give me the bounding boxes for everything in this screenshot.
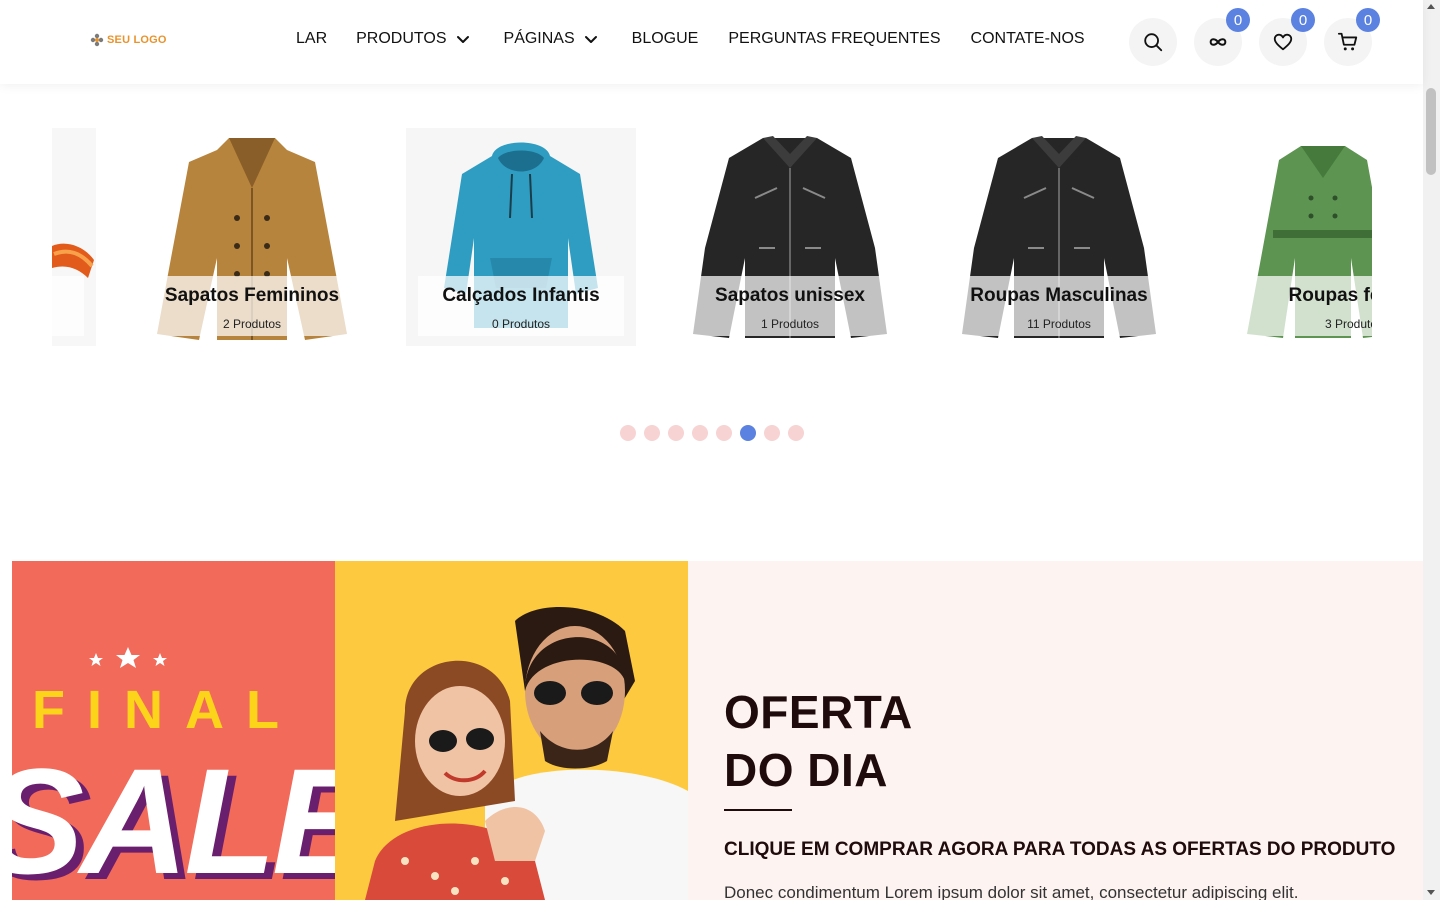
- nav-label: PRODUTOS: [356, 30, 447, 47]
- category-count: 1 Produtos: [760, 317, 820, 331]
- category-count: 2 Produtos: [222, 317, 282, 331]
- nav-label: PERGUNTAS FREQUENTES: [728, 30, 941, 47]
- category-title: Sapatos unissex: [715, 285, 865, 306]
- stars-icon: [89, 647, 167, 668]
- scroll-thumb[interactable]: [1426, 88, 1436, 175]
- category-card[interactable]: Calçados Infantis 0 Produtos: [406, 128, 636, 346]
- logo-flower-icon: [90, 33, 104, 47]
- compare-count-badge: 0: [1226, 8, 1250, 32]
- chevron-down-icon: [456, 36, 469, 43]
- site-logo[interactable]: SEU LOGO: [90, 33, 167, 47]
- page-scrollbar[interactable]: [1423, 0, 1440, 900]
- compare-button[interactable]: 0: [1194, 8, 1250, 66]
- offer-title: OFERTA DO DIA: [724, 683, 913, 799]
- category-label: Roupas femini 3 Produtos: [1225, 276, 1372, 336]
- carousel-dot[interactable]: [644, 425, 660, 441]
- sale-big-text: SALE: [12, 737, 335, 900]
- sale-final-text: FINAL: [32, 680, 301, 740]
- category-label: Sapatos Femininos 2 Produtos: [149, 276, 355, 336]
- offer-divider: [724, 809, 792, 811]
- category-card[interactable]: Roupas Masculinas 11 Produtos: [944, 128, 1174, 346]
- infinity-icon: [1209, 38, 1227, 46]
- wishlist-count-badge: 0: [1291, 8, 1315, 32]
- offer-title-line1: OFERTA: [724, 686, 913, 738]
- carousel-pagination: [620, 425, 804, 441]
- category-count: 0 Produtos: [491, 317, 551, 331]
- category-label: os: [52, 276, 84, 336]
- category-label: Roupas Masculinas 11 Produtos: [956, 276, 1162, 336]
- scroll-up-arrow-icon[interactable]: [1427, 4, 1435, 9]
- offer-title-line2: DO DIA: [724, 744, 888, 796]
- couple-photo: [335, 561, 688, 900]
- cart-count-badge: 0: [1356, 8, 1380, 32]
- nav-label: CONTATE-NOS: [970, 30, 1085, 47]
- category-title: Roupas femini: [1288, 285, 1372, 306]
- search-icon: [1144, 33, 1163, 52]
- category-card[interactable]: Sapatos unissex 1 Produtos: [675, 128, 905, 346]
- couple-illustration: [335, 561, 688, 900]
- main-nav: LAR PRODUTOS PÁGINAS BLOGUE PERGUNTAS FR…: [296, 30, 1085, 48]
- offer-body-text: Donec condimentum Lorem ipsum dolor sit …: [724, 883, 1299, 900]
- category-count: 3 Produtos: [1324, 317, 1372, 331]
- category-title: os: [52, 285, 84, 307]
- site-header: SEU LOGO LAR PRODUTOS PÁGINAS BLOGUE PER…: [0, 0, 1423, 84]
- sale-banner: FINAL SALE: [12, 561, 335, 900]
- chevron-down-icon: [584, 36, 597, 43]
- category-count: 11 Produtos: [1027, 317, 1091, 331]
- category-card[interactable]: os: [52, 128, 96, 346]
- logo-text: SEU LOGO: [107, 34, 167, 46]
- nav-label: PÁGINAS: [503, 30, 575, 47]
- cart-button[interactable]: 0: [1324, 8, 1380, 66]
- nav-item-faq[interactable]: PERGUNTAS FREQUENTES: [728, 30, 940, 48]
- category-card[interactable]: Sapatos Femininos 2 Produtos: [137, 128, 367, 346]
- carousel-dot[interactable]: [788, 425, 804, 441]
- carousel-dot[interactable]: [764, 425, 780, 441]
- offer-subtitle: CLIQUE EM COMPRAR AGORA PARA TODAS AS OF…: [724, 839, 1396, 860]
- carousel-dot[interactable]: [620, 425, 636, 441]
- carousel-dot[interactable]: [692, 425, 708, 441]
- category-label: Sapatos unissex 1 Produtos: [687, 276, 893, 336]
- carousel-dot[interactable]: [740, 425, 756, 441]
- carousel-dot[interactable]: [716, 425, 732, 441]
- category-title: Calçados Infantis: [442, 285, 600, 306]
- category-carousel: os Sapatos Femininos 2 Produtos Calçados…: [52, 128, 1372, 348]
- nav-item-produtos[interactable]: PRODUTOS: [356, 30, 470, 48]
- nav-item-lar[interactable]: LAR: [296, 30, 327, 48]
- category-label: Calçados Infantis 0 Produtos: [418, 276, 624, 336]
- nav-label: BLOGUE: [631, 30, 699, 47]
- wishlist-button[interactable]: 0: [1259, 8, 1315, 66]
- carousel-dot[interactable]: [668, 425, 684, 441]
- category-card[interactable]: Roupas femini 3 Produtos: [1213, 128, 1372, 346]
- nav-item-paginas[interactable]: PÁGINAS: [504, 30, 599, 48]
- category-title: Roupas Masculinas: [970, 285, 1148, 306]
- nav-item-contato[interactable]: CONTATE-NOS: [971, 30, 1085, 48]
- cart-icon: [1337, 32, 1358, 51]
- search-button[interactable]: [1129, 18, 1177, 66]
- heart-icon: [1273, 33, 1293, 51]
- scroll-down-arrow-icon[interactable]: [1427, 890, 1435, 895]
- deal-of-the-day: OFERTA DO DIA CLIQUE EM COMPRAR AGORA PA…: [688, 561, 1423, 900]
- nav-label: LAR: [296, 30, 328, 47]
- category-title: Sapatos Femininos: [164, 285, 340, 306]
- nav-item-blogue[interactable]: BLOGUE: [632, 30, 699, 48]
